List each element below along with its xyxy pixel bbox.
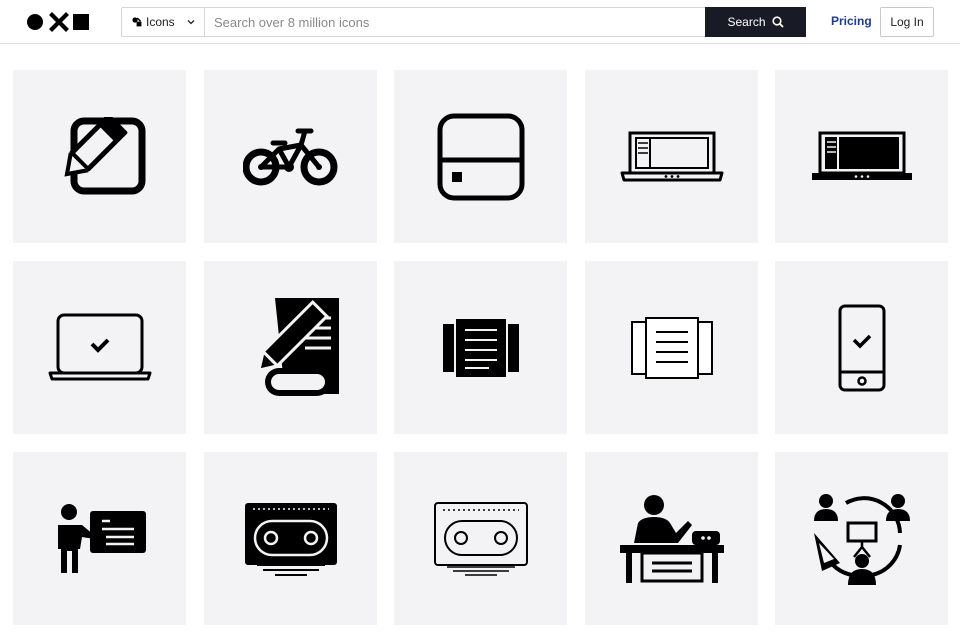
login-button[interactable]: Log In — [880, 7, 934, 37]
smartphone-check-icon — [838, 304, 885, 391]
pencil-document-scroll-icon — [256, 297, 339, 396]
laptop-filled-icon — [811, 131, 912, 180]
cassette-tape-outline-icon — [433, 501, 528, 576]
noun-project-logo-icon[interactable] — [26, 12, 92, 32]
presenter-board-icon — [57, 503, 146, 573]
icon-tile[interactable] — [775, 261, 948, 434]
document-pages-filled-icon — [442, 317, 519, 378]
teacher-desk-icon — [619, 494, 724, 583]
icon-tile[interactable] — [775, 70, 948, 243]
icon-tile[interactable] — [204, 452, 377, 625]
icon-tile[interactable] — [13, 70, 186, 243]
search-input[interactable] — [206, 8, 704, 36]
icon-tile[interactable] — [394, 452, 567, 625]
icon-tile[interactable] — [585, 452, 758, 625]
icon-tile[interactable] — [13, 261, 186, 434]
search-type-label: Icons — [146, 15, 175, 29]
cassette-tape-filled-icon — [244, 502, 337, 576]
hard-drive-icon — [437, 113, 524, 200]
icon-tile[interactable] — [585, 70, 758, 243]
bicycle-icon — [242, 128, 337, 185]
search-bar: Icons Search — [121, 7, 806, 37]
edit-icon — [64, 116, 145, 194]
laptop-outline-icon — [620, 131, 723, 181]
pricing-link[interactable]: Pricing — [831, 14, 872, 28]
meeting-cycle-icon — [813, 493, 910, 585]
search-button-label: Search — [727, 15, 766, 29]
search-type-dropdown[interactable]: Icons — [122, 8, 205, 36]
icon-tile[interactable] — [394, 70, 567, 243]
icon-tile[interactable] — [204, 70, 377, 243]
search-button[interactable]: Search — [705, 7, 806, 37]
bottom-fade — [0, 628, 960, 640]
icon-tile[interactable] — [13, 452, 186, 625]
laptop-check-icon — [48, 313, 151, 380]
search-icon — [771, 16, 784, 28]
top-header: Icons Search Pricing Log In — [0, 0, 960, 44]
icon-tile[interactable] — [394, 261, 567, 434]
document-pages-outline-icon — [630, 316, 713, 379]
chevron-down-icon — [187, 20, 195, 25]
icons-type-icon — [132, 17, 142, 27]
icon-tile[interactable] — [204, 261, 377, 434]
icon-tile[interactable] — [775, 452, 948, 625]
icon-results-grid — [13, 70, 949, 640]
icon-tile[interactable] — [585, 261, 758, 434]
